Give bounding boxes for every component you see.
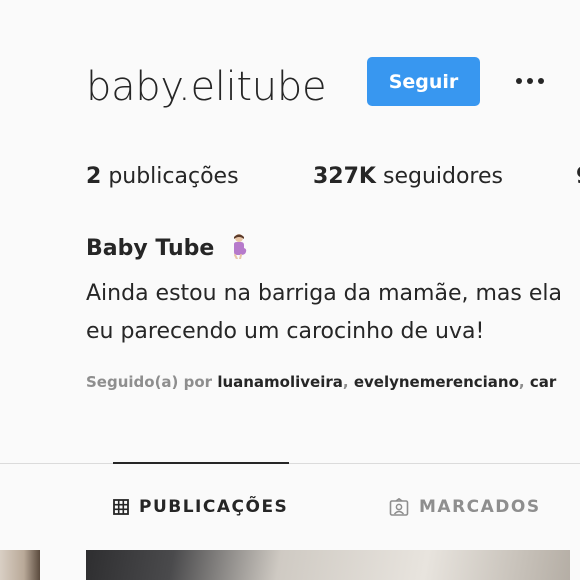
tab-tagged-label: MARCADOS: [419, 497, 541, 517]
more-dot: [527, 78, 533, 84]
more-options-icon[interactable]: [510, 66, 550, 96]
followers-stat[interactable]: 327K seguidores: [313, 162, 503, 192]
tagged-icon: [389, 498, 409, 516]
following-stat[interactable]: 9: [576, 162, 580, 192]
active-tab-indicator: [113, 462, 289, 464]
post-thumbnail[interactable]: [0, 550, 40, 580]
bio-name: Baby Tube: [86, 233, 250, 265]
follower-username[interactable]: luanamoliveira: [217, 373, 343, 391]
posts-count: 2: [86, 164, 102, 189]
pregnant-woman-emoji-icon: [233, 234, 247, 259]
bio-text: Ainda estou na barriga da mamãe, mas ela…: [86, 275, 562, 351]
bio-line: eu parecendo um carocinho de uva!: [86, 319, 485, 344]
separator: ,: [518, 373, 525, 391]
tab-posts-label: PUBLICAÇÕES: [139, 497, 289, 517]
bio-line: Ainda estou na barriga da mamãe, mas ela: [86, 281, 562, 306]
followers-label: seguidores: [382, 164, 503, 189]
posts-label: publicações: [108, 164, 239, 189]
follower-username[interactable]: car: [530, 373, 556, 391]
profile-page: baby.elitube Seguir 2 publicações 327K s…: [0, 0, 580, 580]
more-dot: [516, 78, 522, 84]
follow-button[interactable]: Seguir: [367, 57, 480, 106]
profile-username: baby.elitube: [86, 64, 327, 110]
follower-username[interactable]: evelynemerenciano: [354, 373, 519, 391]
tab-posts[interactable]: PUBLICAÇÕES: [113, 495, 288, 519]
more-dot: [538, 78, 544, 84]
followed-by-prefix: Seguido(a) por: [86, 373, 213, 391]
followers-count: 327K: [313, 164, 376, 189]
posts-stat: 2 publicações: [86, 162, 239, 192]
following-count: 9: [576, 164, 580, 189]
separator: ,: [342, 373, 349, 391]
followed-by[interactable]: Seguido(a) por luanamoliveira, evelyneme…: [86, 371, 556, 393]
grid-icon: [113, 499, 129, 515]
tabs-divider: [0, 463, 580, 464]
post-thumbnail[interactable]: [86, 550, 570, 580]
bio-name-text: Baby Tube: [86, 236, 215, 261]
tab-tagged[interactable]: MARCADOS: [389, 495, 541, 519]
